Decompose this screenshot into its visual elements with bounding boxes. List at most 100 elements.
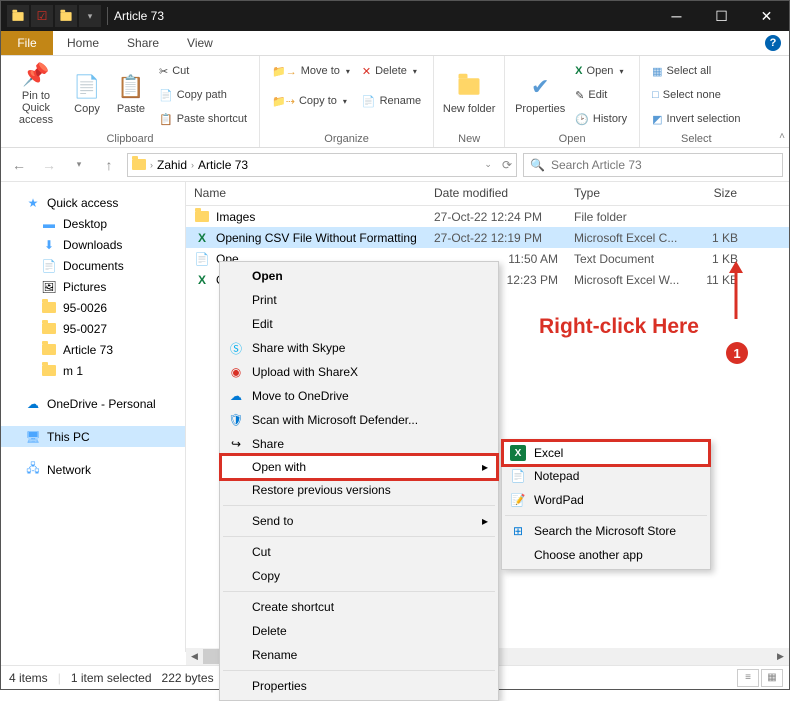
copy-path-button[interactable]: 📄Copy path xyxy=(155,84,251,106)
tab-file[interactable]: File xyxy=(1,31,53,55)
desktop-icon: ▬ xyxy=(41,216,57,232)
refresh-icon[interactable]: ⟳ xyxy=(502,158,512,172)
header-date[interactable]: Date modified xyxy=(426,182,566,205)
ctx-cut[interactable]: Cut xyxy=(222,540,496,564)
copy-to-button[interactable]: 📁⇢Copy to▾ xyxy=(268,90,354,112)
submenu-excel[interactable]: XExcel xyxy=(501,439,711,467)
ctx-open-with[interactable]: Open with▸ xyxy=(219,453,499,481)
qat-props-icon[interactable]: ☑ xyxy=(31,5,53,27)
breadcrumb-part-1[interactable]: Zahid xyxy=(157,158,187,172)
file-row-images[interactable]: Images 27-Oct-22 12:24 PM File folder xyxy=(186,206,789,227)
ctx-copy[interactable]: Copy xyxy=(222,564,496,588)
scroll-right-icon[interactable]: ▶ xyxy=(772,648,789,665)
forward-button[interactable]: → xyxy=(37,153,61,177)
thumbnails-view-icon[interactable]: ▦ xyxy=(761,669,783,687)
store-icon: ⊞ xyxy=(510,523,526,539)
open-button[interactable]: XOpen▾ xyxy=(571,60,631,82)
breadcrumb[interactable]: › Zahid › Article 73 ⌄ ⟳ xyxy=(127,153,517,177)
nav-folder-4[interactable]: m 1 xyxy=(1,360,185,381)
ctx-separator xyxy=(223,536,495,537)
search-input[interactable]: 🔍 Search Article 73 xyxy=(523,153,783,177)
ctx-restore[interactable]: Restore previous versions xyxy=(222,478,496,502)
edit-icon: ✎ xyxy=(575,89,584,102)
submenu-notepad[interactable]: 📄Notepad xyxy=(504,464,708,488)
nav-documents[interactable]: 📄Documents xyxy=(1,255,185,276)
maximize-button[interactable]: ☐ xyxy=(699,1,744,31)
ctx-edit[interactable]: Edit xyxy=(222,312,496,336)
ctx-onedrive[interactable]: ☁Move to OneDrive xyxy=(222,384,496,408)
file-list-headers: Name Date modified Type Size xyxy=(186,182,789,206)
paste-button[interactable]: 📋 Paste xyxy=(111,60,151,126)
file-row-csv[interactable]: XOpening CSV File Without Formatting 27-… xyxy=(186,227,789,248)
nav-network[interactable]: 🖧Network xyxy=(1,459,185,480)
ctx-open[interactable]: Open xyxy=(222,264,496,288)
delete-button[interactable]: ✕Delete▾ xyxy=(358,60,425,82)
close-button[interactable]: ✕ xyxy=(744,1,789,31)
select-none-button[interactable]: □Select none xyxy=(648,84,744,106)
recent-locations-button[interactable]: ▾ xyxy=(67,153,91,177)
ctx-print[interactable]: Print xyxy=(222,288,496,312)
paste-shortcut-button[interactable]: 📋Paste shortcut xyxy=(155,108,251,130)
tab-home[interactable]: Home xyxy=(53,31,113,55)
nav-quick-access[interactable]: ★Quick access xyxy=(1,192,185,213)
submenu-choose[interactable]: Choose another app xyxy=(504,543,708,567)
window-controls: ─ ☐ ✕ xyxy=(654,1,789,31)
nav-pictures[interactable]: 🖼Pictures xyxy=(1,276,185,297)
rename-button[interactable]: 📄Rename xyxy=(358,90,425,112)
context-menu: Open Print Edit ⓈShare with Skype ◉Uploa… xyxy=(219,261,499,701)
ctx-rename[interactable]: Rename xyxy=(222,643,496,667)
pin-to-quick-access-button[interactable]: 📌 Pin to Quick access xyxy=(9,60,63,126)
qat-dropdown-icon[interactable]: ▾ xyxy=(79,5,101,27)
qat-folder2-icon[interactable] xyxy=(55,5,77,27)
breadcrumb-dropdown-icon[interactable]: ⌄ xyxy=(484,159,492,170)
ctx-skype[interactable]: ⓈShare with Skype xyxy=(222,336,496,360)
ctx-create-shortcut[interactable]: Create shortcut xyxy=(222,595,496,619)
nav-onedrive[interactable]: ☁OneDrive - Personal xyxy=(1,393,185,414)
new-folder-button[interactable]: New folder xyxy=(442,60,496,126)
copy-button[interactable]: 📄 Copy xyxy=(67,60,107,126)
nav-downloads[interactable]: ⬇Downloads xyxy=(1,234,185,255)
delete-icon: ✕ xyxy=(362,65,371,78)
nav-folder-1[interactable]: 95-0026 xyxy=(1,297,185,318)
edit-button[interactable]: ✎Edit xyxy=(571,84,631,106)
submenu-store[interactable]: ⊞Search the Microsoft Store xyxy=(504,519,708,543)
header-size[interactable]: Size xyxy=(686,182,746,205)
details-view-icon[interactable]: ≡ xyxy=(737,669,759,687)
qat-folder-icon[interactable] xyxy=(7,5,29,27)
folder-icon xyxy=(41,321,57,337)
up-button[interactable]: ↑ xyxy=(97,153,121,177)
nav-this-pc[interactable]: 🖥This PC xyxy=(1,426,185,447)
nav-folder-2[interactable]: 95-0027 xyxy=(1,318,185,339)
breadcrumb-part-2[interactable]: Article 73 xyxy=(198,158,248,172)
pin-icon: 📌 xyxy=(20,60,52,90)
skype-icon: Ⓢ xyxy=(228,340,244,356)
ribbon-tabs: File Home Share View ? xyxy=(1,31,789,56)
ctx-sharex[interactable]: ◉Upload with ShareX xyxy=(222,360,496,384)
scroll-left-icon[interactable]: ◀ xyxy=(186,648,203,665)
ctx-properties[interactable]: Properties xyxy=(222,674,496,698)
history-button[interactable]: 🕑History xyxy=(571,108,631,130)
move-to-button[interactable]: 📁→Move to▾ xyxy=(268,60,354,82)
cut-button[interactable]: ✂Cut xyxy=(155,60,251,82)
submenu-wordpad[interactable]: 📝WordPad xyxy=(504,488,708,512)
properties-button[interactable]: ✔ Properties xyxy=(513,60,567,126)
address-bar: ← → ▾ ↑ › Zahid › Article 73 ⌄ ⟳ 🔍 Searc… xyxy=(1,148,789,182)
nav-folder-3[interactable]: Article 73 xyxy=(1,339,185,360)
moveto-icon: 📁→ xyxy=(272,65,297,78)
ctx-defender[interactable]: 🛡Scan with Microsoft Defender... xyxy=(222,408,496,432)
minimize-button[interactable]: ─ xyxy=(654,1,699,31)
help-icon[interactable]: ? xyxy=(765,35,781,51)
tab-share[interactable]: Share xyxy=(113,31,173,55)
ribbon: 📌 Pin to Quick access 📄 Copy 📋 Paste ✂Cu… xyxy=(1,56,789,148)
header-type[interactable]: Type xyxy=(566,182,686,205)
ctx-send-to[interactable]: Send to▸ xyxy=(222,509,496,533)
tab-view[interactable]: View xyxy=(173,31,227,55)
ctx-delete[interactable]: Delete xyxy=(222,619,496,643)
nav-desktop[interactable]: ▬Desktop xyxy=(1,213,185,234)
collapse-ribbon-icon[interactable]: ˄ xyxy=(779,131,785,142)
back-button[interactable]: ← xyxy=(7,153,31,177)
pasteshortcut-icon: 📋 xyxy=(159,113,173,126)
invert-selection-button[interactable]: ◩Invert selection xyxy=(648,108,744,130)
header-name[interactable]: Name xyxy=(186,182,426,205)
select-all-button[interactable]: ▦Select all xyxy=(648,60,744,82)
